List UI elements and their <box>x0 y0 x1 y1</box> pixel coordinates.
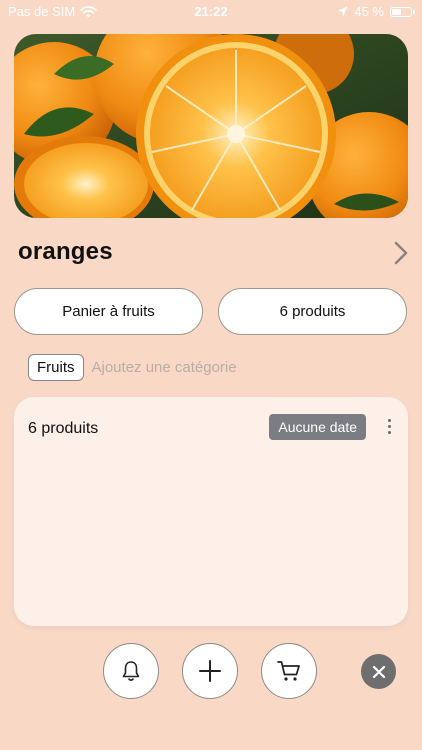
product-count-label: 6 produits <box>279 303 346 320</box>
reminder-button[interactable] <box>103 643 159 699</box>
close-icon <box>372 665 385 678</box>
shopping-cart-button[interactable] <box>261 643 317 699</box>
bell-icon <box>122 661 140 681</box>
plus-icon <box>199 660 221 682</box>
status-bar: Pas de SIM 21:22 45 % <box>0 0 422 24</box>
battery-percent: 45 % <box>354 4 384 19</box>
status-right: 45 % <box>337 4 415 19</box>
card-product-count: 6 produits <box>28 420 99 437</box>
title-row[interactable]: oranges <box>18 238 412 272</box>
cart-icon <box>277 661 300 681</box>
location-button[interactable]: Panier à fruits <box>14 288 203 335</box>
battery-icon <box>390 6 415 17</box>
product-image <box>14 34 408 218</box>
orange-fruit-photo <box>14 34 408 218</box>
more-options-icon[interactable] <box>388 419 392 434</box>
item-title: oranges <box>18 238 113 265</box>
close-button[interactable] <box>361 654 396 689</box>
location-label: Panier à fruits <box>62 303 155 320</box>
category-tags: Fruits Ajoutez une catégorie <box>28 354 237 381</box>
date-badge[interactable]: Aucune date <box>269 414 366 440</box>
product-count-button[interactable]: 6 produits <box>218 288 407 335</box>
add-button[interactable] <box>182 643 238 699</box>
location-arrow-icon <box>337 6 348 17</box>
add-category-hint[interactable]: Ajoutez une catégorie <box>92 359 237 376</box>
chevron-right-icon[interactable] <box>392 240 410 266</box>
products-card: 6 produits Aucune date <box>14 397 408 626</box>
battery-level <box>392 8 401 15</box>
category-tag[interactable]: Fruits <box>28 354 84 381</box>
